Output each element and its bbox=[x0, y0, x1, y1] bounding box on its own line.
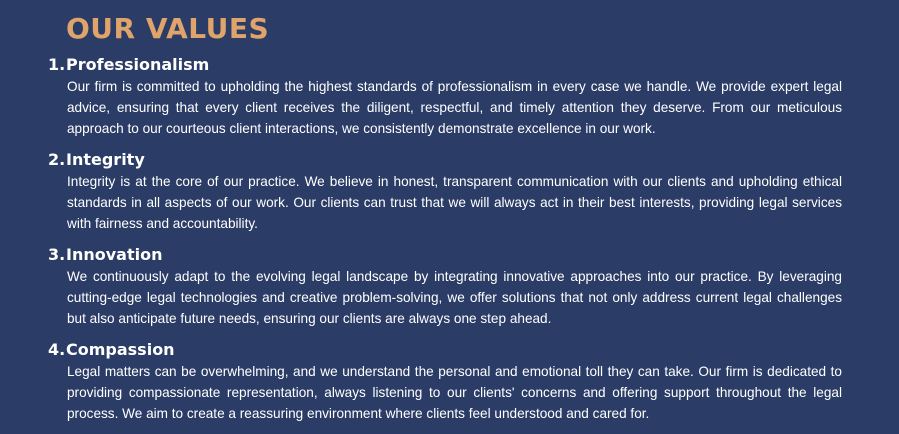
page-title: OUR VALUES bbox=[66, 12, 270, 45]
value-description: Our firm is committed to upholding the h… bbox=[67, 79, 842, 136]
value-number: 1. bbox=[48, 55, 66, 74]
value-heading: 3. Innovation bbox=[0, 243, 899, 266]
value-item-integrity: 2. Integrity Integrity is at the core of… bbox=[0, 148, 899, 234]
value-description: Legal matters can be overwhelming, and w… bbox=[67, 364, 842, 421]
value-heading: 2. Integrity bbox=[0, 148, 899, 171]
value-number: 4. bbox=[48, 340, 66, 359]
values-page: OUR VALUES 1. Professionalism Our firm i… bbox=[0, 0, 899, 434]
value-description: Integrity is at the core of our practice… bbox=[67, 174, 842, 231]
value-heading: 4. Compassion bbox=[0, 338, 899, 361]
value-item-professionalism: 1. Professionalism Our firm is committed… bbox=[0, 53, 899, 139]
value-heading-label: Integrity bbox=[66, 150, 145, 169]
value-heading-label: Innovation bbox=[66, 245, 163, 264]
value-heading-label: Professionalism bbox=[66, 55, 210, 74]
values-list: 1. Professionalism Our firm is committed… bbox=[0, 53, 899, 424]
value-description: We continuously adapt to the evolving le… bbox=[67, 269, 842, 326]
value-item-compassion: 4. Compassion Legal matters can be overw… bbox=[0, 338, 899, 424]
value-heading: 1. Professionalism bbox=[0, 53, 899, 76]
value-heading-label: Compassion bbox=[66, 340, 175, 359]
value-number: 3. bbox=[48, 245, 66, 264]
value-item-innovation: 3. Innovation We continuously adapt to t… bbox=[0, 243, 899, 329]
value-number: 2. bbox=[48, 150, 66, 169]
